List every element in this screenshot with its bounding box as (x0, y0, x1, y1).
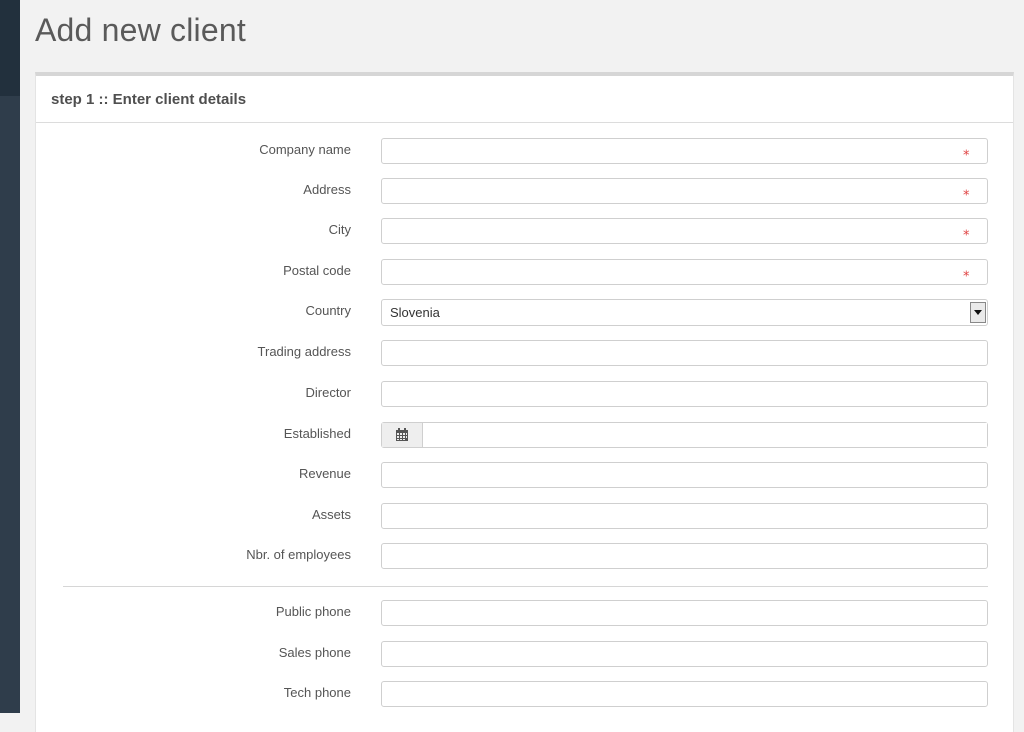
employees-row: Nbr. of employees (36, 543, 1015, 569)
required-icon: ⁎ (963, 183, 970, 198)
postal-code-input[interactable] (381, 259, 988, 285)
assets-row: Assets (36, 503, 1015, 529)
company-name-input[interactable] (381, 138, 988, 164)
trading-address-input[interactable] (381, 340, 988, 366)
page-title: Add new client (35, 12, 246, 48)
required-icon: ⁎ (963, 264, 970, 279)
revenue-label: Revenue (298, 466, 351, 481)
trading-address-label: Trading address (257, 344, 351, 359)
required-icon: ⁎ (963, 143, 970, 158)
revenue-input[interactable] (381, 462, 988, 488)
trading-address-row: Trading address (36, 340, 1015, 366)
required-icon: ⁎ (963, 223, 970, 238)
address-label: Address (303, 182, 351, 197)
revenue-row: Revenue (36, 462, 1015, 488)
address-row: Address ⁎ (36, 178, 1015, 204)
country-label: Country (305, 303, 351, 318)
public-phone-input[interactable] (381, 600, 988, 626)
tech-phone-input[interactable] (381, 681, 988, 707)
established-label: Established (283, 426, 351, 441)
public-phone-label: Public phone (275, 604, 351, 619)
public-phone-row: Public phone (36, 600, 1015, 626)
established-date-picker (381, 422, 988, 448)
city-row: City ⁎ (36, 218, 1015, 244)
company-name-label: Company name (259, 142, 351, 157)
sales-phone-row: Sales phone (36, 641, 1015, 667)
assets-input[interactable] (381, 503, 988, 529)
employees-label: Nbr. of employees (246, 547, 351, 562)
country-select[interactable]: Slovenia (381, 299, 988, 326)
address-input[interactable] (381, 178, 988, 204)
tech-phone-label: Tech phone (283, 685, 351, 700)
director-input[interactable] (381, 381, 988, 407)
sidebar-header (0, 0, 20, 96)
director-row: Director (36, 381, 1015, 407)
postal-code-label: Postal code (283, 263, 351, 278)
sales-phone-input[interactable] (381, 641, 988, 667)
dropdown-arrow-icon[interactable] (970, 302, 986, 323)
city-label: City (328, 222, 351, 237)
tech-phone-row: Tech phone (36, 681, 1015, 707)
calendar-icon[interactable] (382, 423, 423, 447)
city-input[interactable] (381, 218, 988, 244)
country-selected-value: Slovenia (390, 305, 440, 320)
director-label: Director (305, 385, 351, 400)
sales-phone-label: Sales phone (278, 645, 351, 660)
section-divider (63, 586, 988, 587)
left-sidebar (0, 0, 20, 713)
client-details-panel: step 1 :: Enter client details Company n… (35, 72, 1014, 732)
assets-label: Assets (311, 507, 351, 522)
employees-input[interactable] (381, 543, 988, 569)
postal-code-row: Postal code ⁎ (36, 259, 1015, 285)
established-input[interactable] (423, 423, 987, 447)
company-name-row: Company name ⁎ (36, 138, 1015, 164)
country-row: Country Slovenia (36, 299, 1015, 326)
panel-heading: step 1 :: Enter client details (36, 76, 1013, 123)
established-row: Established (36, 422, 1015, 448)
